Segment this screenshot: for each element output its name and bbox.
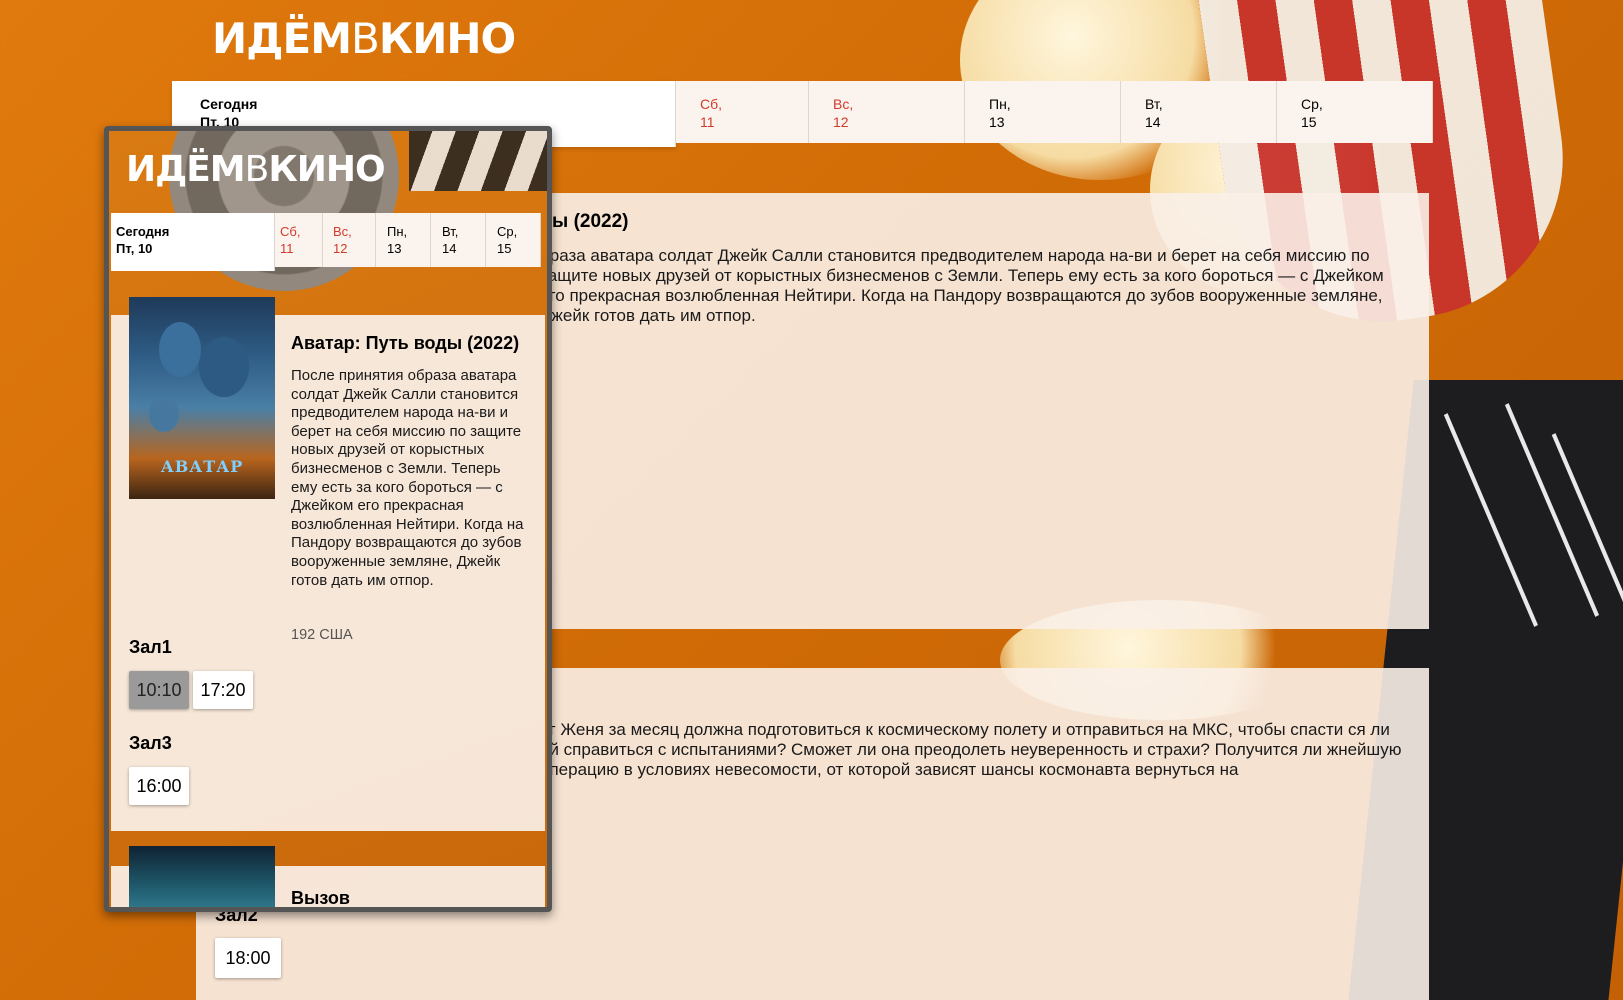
hall-label: Зал3 [129, 733, 172, 753]
showtime-button[interactable]: 18:00 [215, 938, 281, 978]
mobile-preview-frame: ИДЁМВКИНО Сегодня Пт, 10 Сб, 11 Вс, 12 Пн, 1… [104, 126, 552, 912]
showtime-button-selected[interactable]: 10:10 [129, 671, 189, 709]
day-tab-sun[interactable]: Вс, 12 [323, 213, 376, 267]
movie-poster[interactable]: АВАТАР [129, 297, 275, 499]
clapperboard-decoration [409, 131, 547, 191]
movie-card: АВАТАР Аватар: Путь воды (2022) После пр… [111, 297, 545, 831]
movie-description: браза аватара солдат Джейк Салли станови… [540, 246, 1384, 325]
poster-face [159, 322, 201, 377]
hall-label: Зал1 [129, 637, 172, 657]
movie-description: После принятия образа аватара солдат Дже… [291, 367, 524, 589]
movie-title: ды (2022) [540, 211, 629, 232]
day-tab-wed[interactable]: Ср, 15 [1277, 81, 1433, 143]
day-tab-wed[interactable]: Ср, 15 [486, 213, 541, 267]
day-tab-tue[interactable]: Вт, 14 [431, 213, 486, 267]
day-selector: Сегодня Пт, 10 Сб, 11 Вс, 12 Пн, 13 Вт, 14 Ср… [111, 213, 541, 271]
day-tab-today[interactable]: Сегодня Пт, 10 [111, 213, 275, 271]
day-tab-mon[interactable]: Пн, 13 [376, 213, 431, 267]
movie-card: Вызов [111, 846, 545, 908]
day-tab-mon[interactable]: Пн, 13 [965, 81, 1121, 143]
poster-face [149, 397, 179, 432]
movie-meta: 192 США [291, 627, 353, 643]
movie-title: Аватар: Путь воды (2022) [291, 333, 520, 353]
day-tab-sat[interactable]: Сб, 11 [275, 213, 323, 267]
site-logo[interactable]: ИДЁМВКИНО [212, 14, 516, 63]
movie-poster[interactable] [129, 846, 275, 907]
poster-face [199, 337, 249, 397]
day-tab-tue[interactable]: Вт, 14 [1121, 81, 1277, 143]
showtime-button[interactable]: 16:00 [129, 767, 189, 805]
day-tab-sun[interactable]: Вс, 12 [809, 81, 965, 143]
movie-description: рг Женя за месяц должна подготовиться к … [540, 720, 1402, 779]
site-logo[interactable]: ИДЁМВКИНО [126, 149, 386, 190]
movie-title: Вызов [291, 888, 350, 908]
showtime-button[interactable]: 17:20 [193, 671, 253, 709]
day-tab-sat[interactable]: Сб, 11 [676, 81, 809, 143]
